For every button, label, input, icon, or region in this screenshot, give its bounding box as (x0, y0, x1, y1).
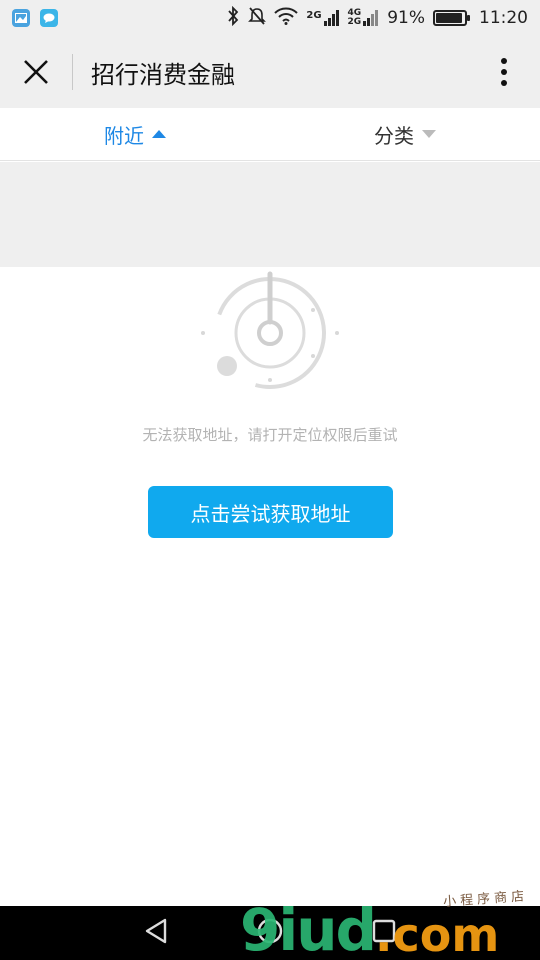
tab-category-label: 分类 (374, 123, 414, 148)
caret-down-icon (422, 130, 436, 138)
site-watermark: 9iud .com 小程序商店 (240, 888, 540, 960)
title-divider (72, 54, 73, 90)
gallery-app-icon (12, 9, 30, 27)
battery-percent: 91% (387, 8, 425, 28)
battery-icon (433, 10, 470, 26)
location-radar-icon (201, 271, 339, 389)
close-icon (24, 60, 48, 84)
tab-nearby-label: 附近 (104, 123, 144, 148)
location-error-message: 无法获取地址，请打开定位权限后重试 (142, 426, 398, 444)
retry-location-button[interactable]: 点击尝试获取地址 (148, 486, 393, 538)
signal-dual-indicator: 4G 2G (348, 9, 380, 27)
close-button[interactable] (0, 36, 72, 108)
watermark-logo-text: 9iud (240, 896, 377, 960)
screen: 2G 4G 2G 91% 11:20 招行消费金融 附近 分类 无法获取地址，请… (0, 0, 540, 960)
status-notifications (12, 9, 58, 27)
more-menu-button[interactable] (468, 36, 540, 108)
clock-time: 11:20 (479, 8, 528, 28)
message-app-icon (40, 9, 58, 27)
battery-level-fill (436, 13, 462, 23)
content-banner-placeholder (0, 162, 540, 267)
caret-up-icon (152, 130, 166, 138)
more-vertical-icon (501, 58, 507, 86)
title-bar: 招行消费金融 (0, 36, 540, 108)
network-type-stack: 4G 2G (347, 8, 362, 27)
wifi-icon (274, 7, 299, 30)
watermark-domain: .com (375, 908, 500, 960)
back-button[interactable] (143, 917, 169, 949)
filter-tabs: 附近 分类 (0, 108, 540, 161)
signal-2g-indicator: 2G (306, 10, 339, 26)
watermark-subtitle: 小程序商店 (442, 889, 529, 910)
tab-category[interactable]: 分类 (270, 108, 540, 160)
mute-icon (248, 6, 267, 31)
page-title: 招行消费金融 (91, 60, 235, 89)
tab-nearby[interactable]: 附近 (0, 108, 270, 160)
bluetooth-icon (226, 5, 240, 31)
status-bar: 2G 4G 2G 91% 11:20 (0, 0, 540, 36)
network-2g-label: 2G (306, 10, 322, 21)
back-triangle-icon (146, 918, 167, 944)
status-system: 2G 4G 2G 91% 11:20 (226, 5, 528, 31)
